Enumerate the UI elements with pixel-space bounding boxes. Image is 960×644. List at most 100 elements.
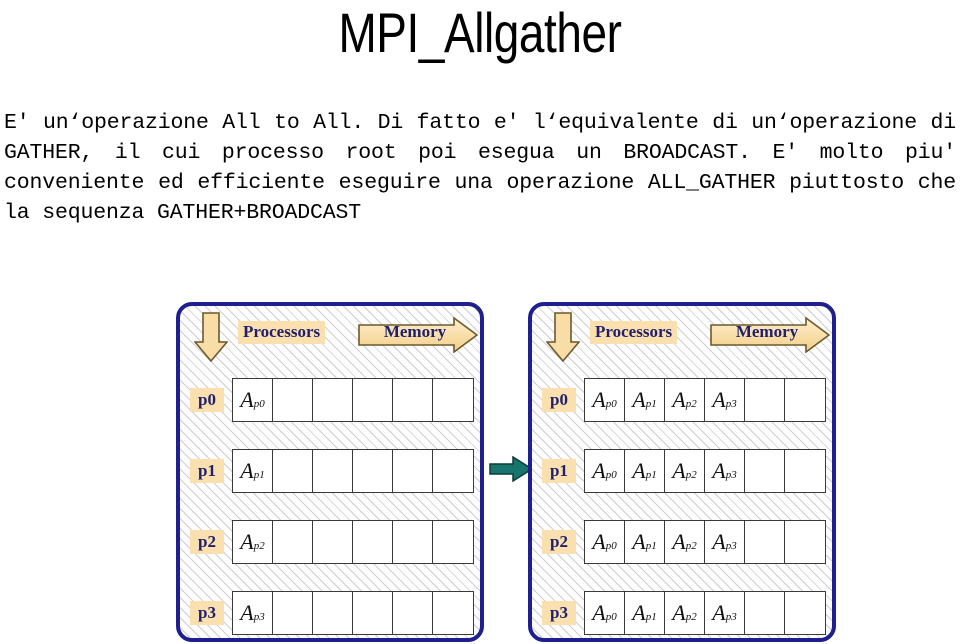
cell-value xyxy=(273,521,312,563)
cell-value: Ap3 xyxy=(712,387,737,412)
memory-cell: Ap3 xyxy=(705,450,745,492)
cell-value xyxy=(393,450,432,492)
table-row: p1 Ap0 Ap1 Ap2 Ap3 xyxy=(532,449,832,493)
memory-cell xyxy=(313,521,353,563)
memory-cell: Ap3 xyxy=(233,592,273,634)
processor-tag: p1 xyxy=(542,459,576,483)
memory-cell: Ap0 xyxy=(585,379,625,421)
memory-cell: Ap3 xyxy=(705,592,745,634)
cell-value xyxy=(353,450,392,492)
memory-cell xyxy=(433,379,473,421)
memory-cell xyxy=(313,592,353,634)
cell-value: Ap1 xyxy=(632,458,657,483)
memory-cell xyxy=(353,450,393,492)
memory-cell xyxy=(433,521,473,563)
cell-value xyxy=(393,521,432,563)
panel-before-header: Processors Memory xyxy=(180,306,480,368)
cell-value xyxy=(785,379,825,421)
cell-value xyxy=(393,379,432,421)
panel-after-allgather: Processors Memory p0 Ap0 A p1 A p2 A p3 … xyxy=(528,302,836,642)
cell-value xyxy=(313,592,352,634)
cell-value: Ap0 xyxy=(592,600,617,625)
cell-value: Ap2 xyxy=(672,387,697,412)
processor-tag: p0 xyxy=(190,388,224,412)
processor-tag: p3 xyxy=(542,601,576,625)
memory-cell xyxy=(393,450,433,492)
memory-cells: Ap0 Ap1 Ap2 Ap3 xyxy=(584,520,826,564)
memory-cell xyxy=(273,592,313,634)
down-arrow-icon xyxy=(546,312,580,362)
cell-value: Ap1 xyxy=(632,387,657,412)
memory-cell: Ap0 xyxy=(585,450,625,492)
memory-cell xyxy=(785,592,825,634)
cell-value: Ap3 xyxy=(712,529,737,554)
table-row: p0 Ap0 Ap1 Ap2 Ap3 xyxy=(532,378,832,422)
down-arrow-icon xyxy=(194,312,228,362)
cell-value xyxy=(273,592,312,634)
cell-value xyxy=(745,592,784,634)
memory-cell: Ap1 xyxy=(625,521,665,563)
memory-cell: Ap3 xyxy=(705,379,745,421)
allgather-diagram: Processors Memory p0 Ap0 p1 A p1 p2 A p2… xyxy=(0,296,960,644)
memory-cell xyxy=(273,379,313,421)
table-row: p0 Ap0 xyxy=(180,378,480,422)
cell-value xyxy=(433,450,473,492)
cell-value xyxy=(433,521,473,563)
cell-value: Ap0 xyxy=(592,529,617,554)
memory-cell: Ap1 xyxy=(625,379,665,421)
memory-cells: Ap0 xyxy=(232,378,474,422)
panel-before-allgather: Processors Memory p0 Ap0 p1 A p1 p2 A p2… xyxy=(176,302,484,642)
memory-cell xyxy=(393,521,433,563)
memory-cell xyxy=(745,450,785,492)
memory-cell xyxy=(785,450,825,492)
cell-value: Ap2 xyxy=(672,529,697,554)
cell-value xyxy=(393,592,432,634)
cell-value: Ap3 xyxy=(240,600,265,625)
cell-value: Ap0 xyxy=(240,387,265,412)
cell-value xyxy=(313,379,352,421)
processors-label: Processors xyxy=(590,321,678,344)
memory-cells: Ap1 xyxy=(232,449,474,493)
cell-value: Ap0 xyxy=(592,458,617,483)
processor-tag: p2 xyxy=(542,530,576,554)
cell-value: Ap2 xyxy=(672,458,697,483)
memory-cell xyxy=(313,379,353,421)
table-row: p2 Ap0 Ap1 Ap2 Ap3 xyxy=(532,520,832,564)
memory-cell xyxy=(273,450,313,492)
memory-cell: Ap0 xyxy=(585,592,625,634)
memory-cell: Ap0 xyxy=(585,521,625,563)
cell-value: Ap0 xyxy=(592,387,617,412)
table-row: p2 Ap2 xyxy=(180,520,480,564)
cell-value xyxy=(313,521,352,563)
cell-value xyxy=(353,521,392,563)
cell-value xyxy=(745,521,784,563)
cell-value: Ap3 xyxy=(712,600,737,625)
slide-body-text: E' un‘operazione All to All. Di fatto e'… xyxy=(4,111,956,225)
memory-cell xyxy=(353,379,393,421)
memory-cells: Ap2 xyxy=(232,520,474,564)
memory-cell xyxy=(353,592,393,634)
memory-cell: Ap0 xyxy=(233,379,273,421)
table-row: p3 Ap3 xyxy=(180,591,480,635)
processor-tag: p3 xyxy=(190,601,224,625)
cell-value xyxy=(273,379,312,421)
memory-cell xyxy=(745,521,785,563)
memory-cells: Ap3 xyxy=(232,591,474,635)
cell-value: Ap2 xyxy=(672,600,697,625)
memory-cell: Ap2 xyxy=(665,521,705,563)
memory-cell: Ap2 xyxy=(233,521,273,563)
table-row: p3 Ap0 Ap1 Ap2 Ap3 xyxy=(532,591,832,635)
cell-value: Ap1 xyxy=(632,600,657,625)
memory-cell: Ap1 xyxy=(625,450,665,492)
cell-value xyxy=(433,592,473,634)
memory-cell xyxy=(313,450,353,492)
memory-cell: Ap2 xyxy=(665,592,705,634)
processor-tag: p1 xyxy=(190,459,224,483)
memory-cell xyxy=(785,521,825,563)
processor-tag: p0 xyxy=(542,388,576,412)
cell-value: Ap1 xyxy=(632,529,657,554)
memory-cell: Ap3 xyxy=(705,521,745,563)
flow-arrow-icon xyxy=(489,456,533,482)
processor-tag: p2 xyxy=(190,530,224,554)
memory-cell xyxy=(393,592,433,634)
